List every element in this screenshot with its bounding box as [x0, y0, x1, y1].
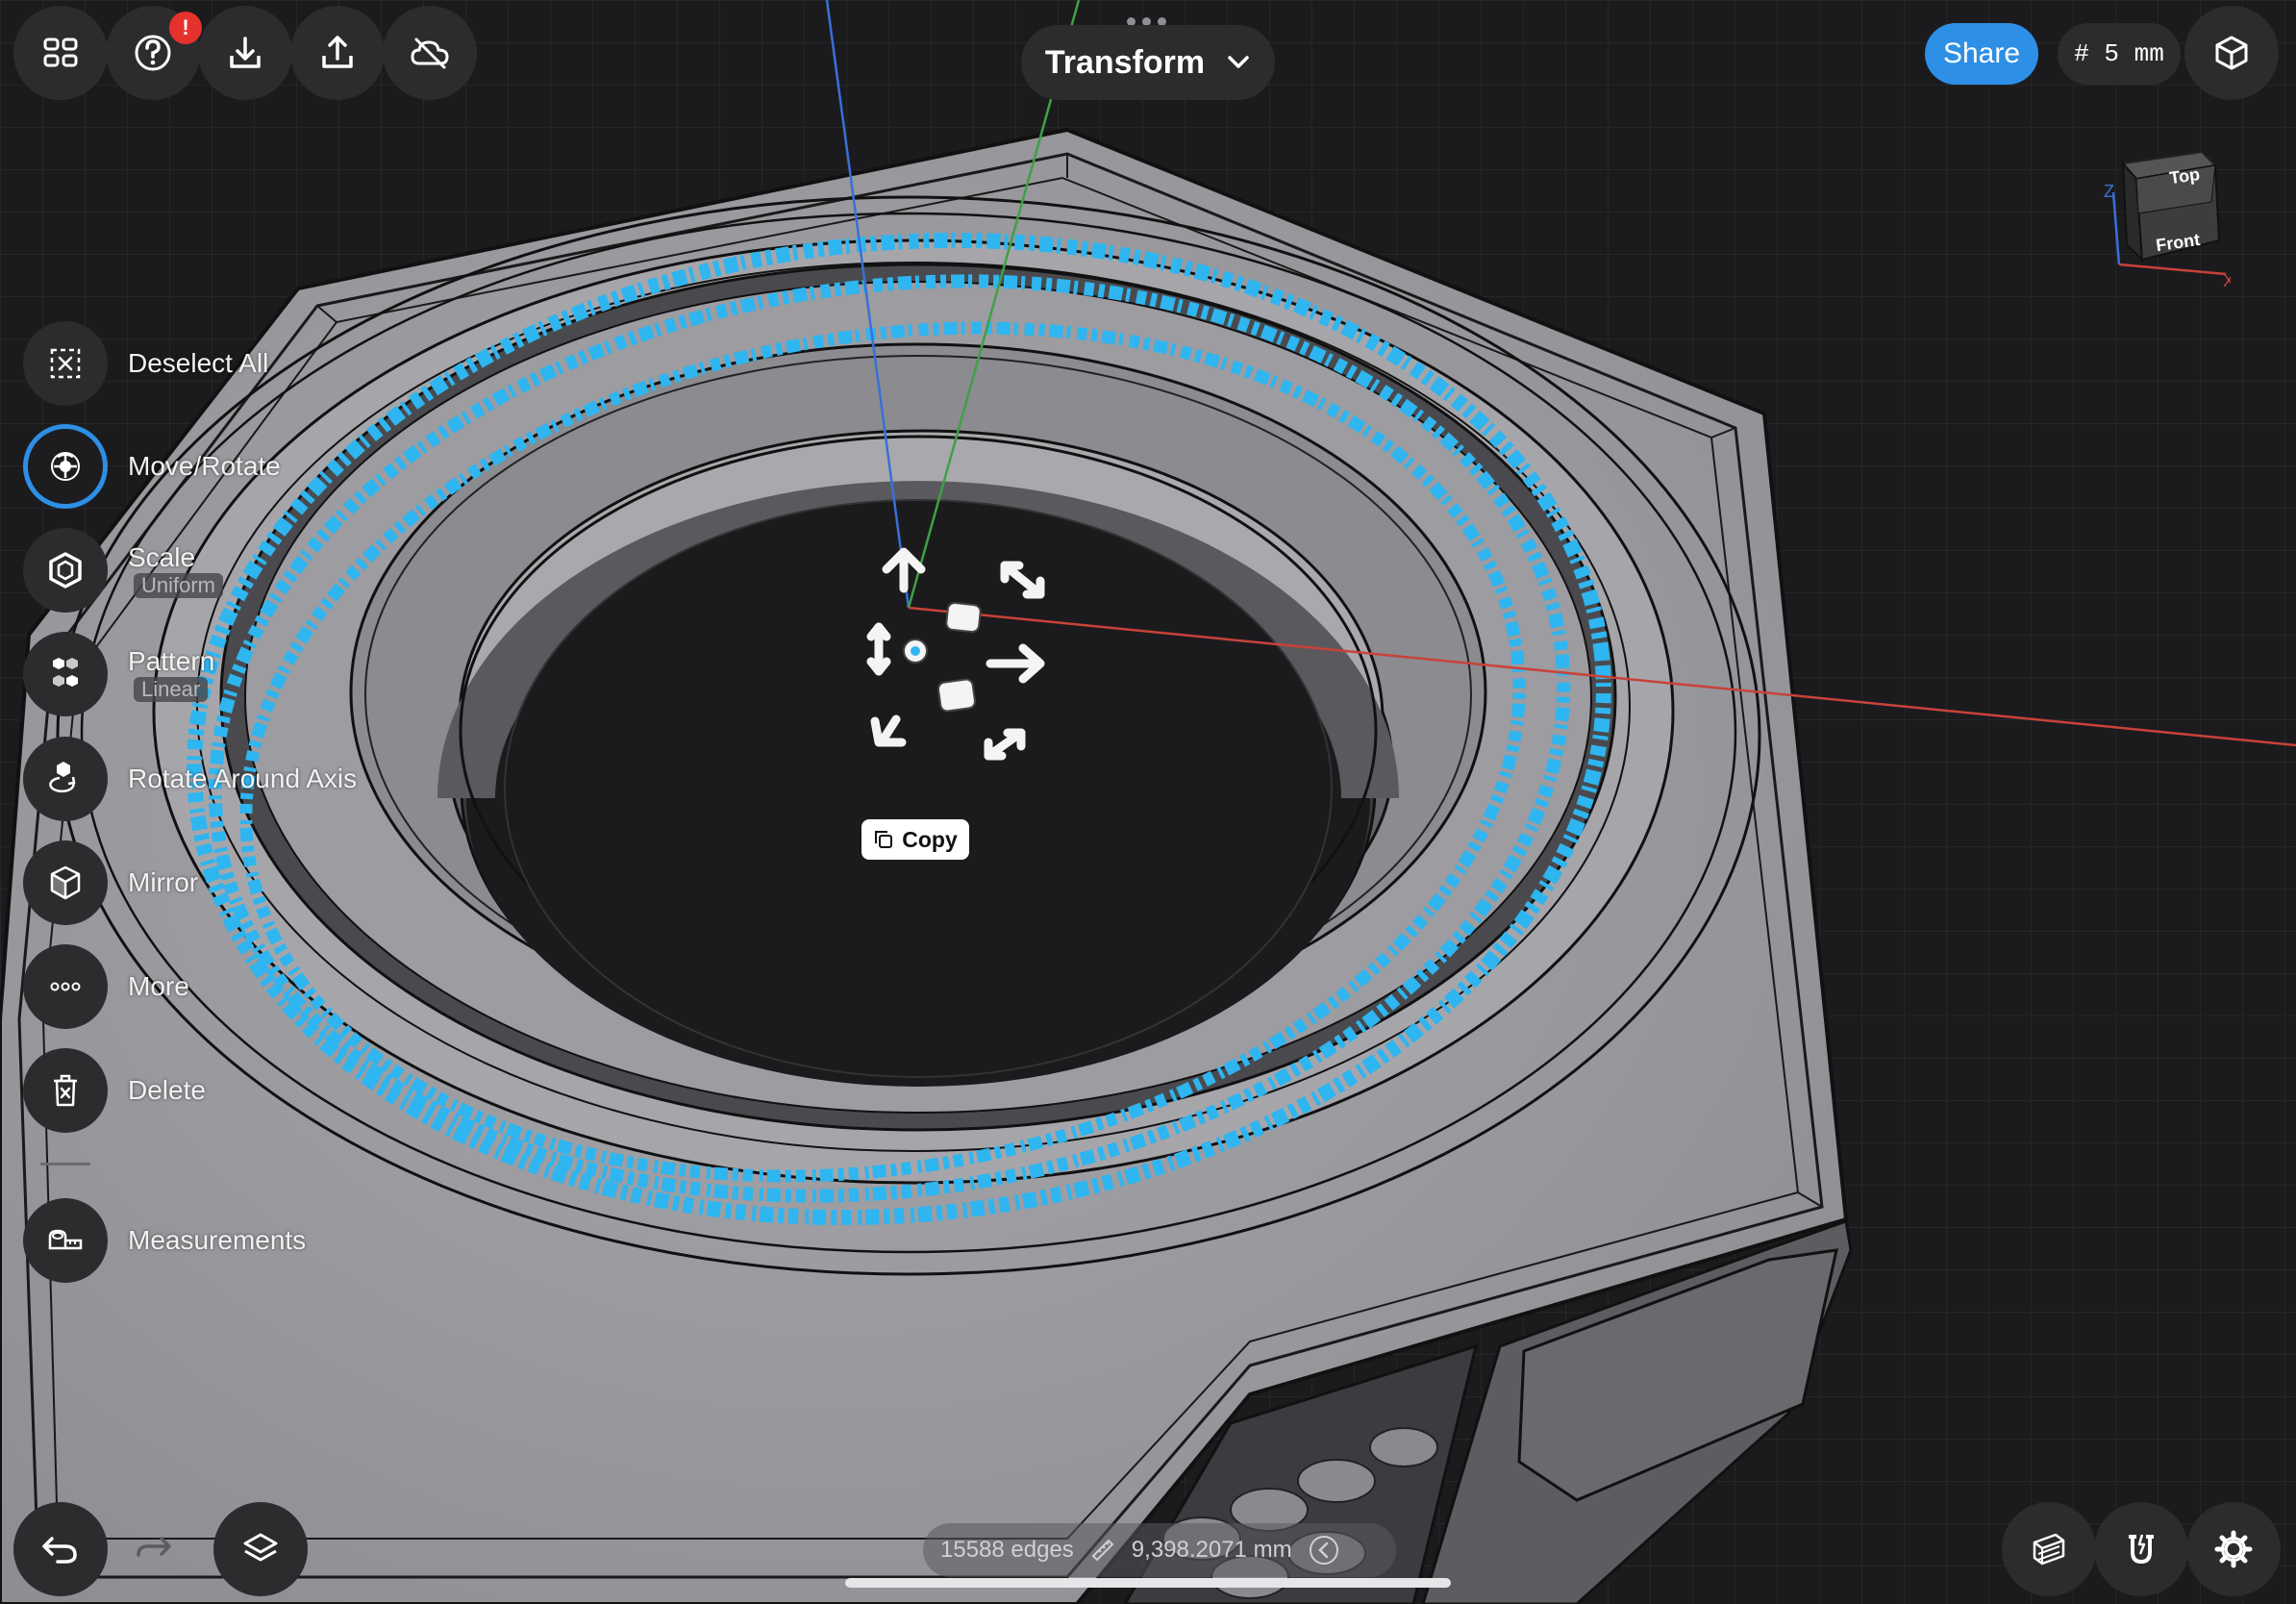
redo-button[interactable]: [106, 1502, 200, 1596]
export-icon: [322, 36, 353, 68]
tool-label: Mirror: [128, 867, 199, 897]
more-button[interactable]: [23, 944, 108, 1029]
tool-sublabel: Uniform: [134, 573, 224, 598]
tool-measurements[interactable]: Measurements: [23, 1197, 306, 1284]
cloud-icon: [411, 38, 449, 69]
deselect-button[interactable]: [23, 321, 108, 406]
help-icon: [135, 35, 171, 71]
grid-size-button[interactable]: # 5 mm: [2058, 23, 2181, 85]
redo-icon: [137, 1537, 171, 1557]
copy-label: Copy: [902, 826, 958, 852]
mirror-icon: [50, 865, 81, 900]
more-icon: [50, 982, 81, 991]
edge-count: 15588 edges: [940, 1537, 1074, 1563]
tool-more[interactable]: More: [23, 943, 189, 1030]
deselect-icon: [50, 348, 81, 379]
tool-label: More: [128, 971, 189, 1001]
snap-button[interactable]: [2094, 1502, 2188, 1596]
mirror-button[interactable]: [23, 840, 108, 925]
mode-title: Transform: [1044, 43, 1206, 81]
pattern-icon: [53, 658, 78, 687]
tool-label: Delete: [128, 1075, 206, 1105]
notification-badge: !: [169, 12, 202, 44]
tool-label: Scale: [128, 542, 196, 572]
share-button[interactable]: Share: [1925, 23, 2038, 85]
tool-sublabel: Linear: [134, 677, 209, 702]
undo-icon: [42, 1537, 77, 1564]
mode-menu[interactable]: Transform: [1021, 25, 1275, 100]
tool-label: Rotate Around Axis: [128, 764, 358, 793]
import-icon: [230, 37, 261, 68]
rotate-axis-icon: [49, 762, 76, 793]
undo-button[interactable]: [13, 1502, 108, 1596]
copy-icon: [875, 831, 893, 848]
scale-button[interactable]: [23, 528, 108, 613]
measurements-icon: [48, 1229, 83, 1250]
length-readout: 9,398.2071 mm: [1131, 1537, 1292, 1563]
snap-icon: [2129, 1534, 2154, 1565]
tool-mirror[interactable]: Mirror: [23, 840, 198, 926]
axis-z-label: Z: [2104, 182, 2114, 201]
ruler-icon: [1091, 1539, 1114, 1562]
tool-delete[interactable]: Delete: [23, 1047, 206, 1134]
move-rotate-icon: [51, 452, 80, 481]
tool-label: Deselect All: [128, 348, 269, 378]
tool-deselect-all[interactable]: Deselect All: [23, 320, 268, 407]
measurements-button[interactable]: [23, 1198, 108, 1283]
axis-x-label: X: [2223, 271, 2231, 288]
move-rotate-button[interactable]: [23, 424, 108, 509]
settings-button[interactable]: [2186, 1502, 2281, 1596]
view-cube[interactable]: Top Front X Z: [2096, 144, 2234, 290]
status-bar: 15588 edges 9,398.2071 mm: [923, 1523, 1396, 1577]
import-button[interactable]: [198, 6, 292, 100]
scale-icon: [49, 552, 82, 589]
copy-button[interactable]: Copy: [861, 819, 969, 860]
tool-label: Measurements: [128, 1225, 307, 1255]
tool-rotate-around-axis[interactable]: Rotate Around Axis: [23, 736, 357, 822]
collapse-icon[interactable]: [1308, 1534, 1340, 1566]
section-view-button[interactable]: [2002, 1502, 2096, 1596]
delete-icon: [54, 1074, 77, 1107]
home-indicator[interactable]: [845, 1578, 1451, 1588]
tool-divider: [40, 1163, 90, 1165]
pattern-button[interactable]: [23, 632, 108, 716]
grid-menu-button[interactable]: [13, 6, 108, 100]
export-button[interactable]: [290, 6, 385, 100]
tool-scale[interactable]: Scale Uniform: [23, 527, 224, 614]
grid-icon: [43, 38, 78, 67]
cloud-sync-button[interactable]: [383, 6, 477, 100]
rotate-axis-button[interactable]: [23, 737, 108, 821]
tool-label: Pattern: [128, 646, 215, 676]
tool-move-rotate[interactable]: Move/Rotate: [23, 423, 281, 510]
chevron-down-icon: [1228, 56, 1249, 68]
section-icon: [2033, 1533, 2065, 1566]
tool-label: Move/Rotate: [128, 451, 281, 481]
settings-icon: [2214, 1530, 2253, 1568]
layers-icon: [243, 1533, 278, 1562]
tool-pattern[interactable]: Pattern Linear: [23, 631, 214, 717]
delete-button[interactable]: [23, 1048, 108, 1133]
view-mode-button[interactable]: [2184, 6, 2279, 100]
layers-button[interactable]: [213, 1502, 308, 1596]
view-mode-icon: [2215, 36, 2248, 70]
